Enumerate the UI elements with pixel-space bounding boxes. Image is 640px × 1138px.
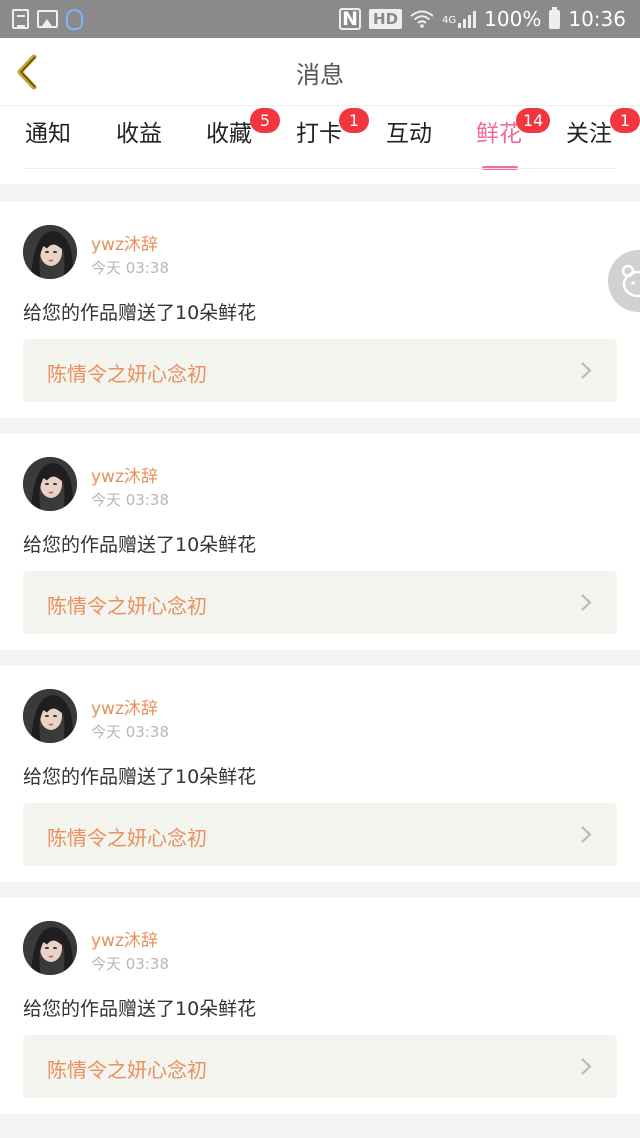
- chevron-right-icon: [581, 362, 592, 379]
- work-title: 陈情令之妍心念初: [47, 1058, 207, 1082]
- sender-name[interactable]: ywz沐辞: [91, 230, 158, 255]
- tab-earnings[interactable]: 收益: [116, 118, 162, 162]
- badge-favorites: 5: [250, 108, 280, 133]
- chevron-right-icon: [581, 594, 592, 611]
- tab-label: 鲜花: [476, 121, 522, 147]
- tab-label: 通知: [25, 121, 71, 147]
- nav-bar: 消息: [0, 38, 640, 106]
- avatar[interactable]: [23, 225, 77, 279]
- clock: 10:36: [568, 7, 626, 31]
- work-title: 陈情令之妍心念初: [47, 594, 207, 618]
- work-link[interactable]: 陈情令之妍心念初: [23, 339, 617, 402]
- work-title: 陈情令之妍心念初: [47, 362, 207, 386]
- tab-follows[interactable]: 关注 1: [566, 108, 640, 162]
- badge-follows: 1: [610, 108, 640, 133]
- avatar-image: [23, 225, 77, 279]
- message-card: ywz沐辞 今天 03:38 给您的作品赠送了10朵鲜花 陈情令之妍心念初: [0, 898, 640, 1114]
- sender-name[interactable]: ywz沐辞: [91, 462, 158, 487]
- tab-favorites[interactable]: 收藏 5: [206, 108, 280, 162]
- work-title: 陈情令之妍心念初: [47, 826, 207, 850]
- network-type: 4G: [442, 15, 457, 26]
- tab-label: 收益: [116, 121, 162, 147]
- badge-checkin: 1: [339, 108, 369, 133]
- nfc-icon: N: [339, 8, 362, 30]
- status-bar: N HD 4G 100% 10:36: [0, 0, 640, 38]
- qq-icon: [66, 8, 83, 30]
- tab-label: 关注: [566, 121, 612, 147]
- tab-label: 打卡: [296, 121, 342, 147]
- image-icon: [37, 10, 58, 28]
- avatar-image: [23, 921, 77, 975]
- message-card: ywz沐辞 今天 03:38 给您的作品赠送了10朵鲜花 陈情令之妍心念初: [0, 434, 640, 650]
- tab-bar: 通知 收益 收藏 5 打卡 1 互动 鲜花 14 关注 1: [0, 106, 640, 184]
- tab-notifications[interactable]: 通知: [25, 118, 71, 162]
- message-time: 今天 03:38: [91, 723, 169, 741]
- work-link[interactable]: 陈情令之妍心念初: [23, 571, 617, 634]
- battery-icon: [549, 6, 561, 29]
- tab-label: 互动: [386, 121, 432, 147]
- avatar-image: [23, 457, 77, 511]
- message-card: ywz沐辞 今天 03:38 给您的作品赠送了10朵鲜花 陈情令之妍心念初: [0, 666, 640, 882]
- tab-flowers[interactable]: 鲜花 14: [476, 108, 551, 170]
- tab-interactions[interactable]: 互动: [386, 118, 432, 162]
- chevron-right-icon: [581, 1058, 592, 1075]
- work-link[interactable]: 陈情令之妍心念初: [23, 1035, 617, 1098]
- message-text: 给您的作品赠送了10朵鲜花: [23, 534, 257, 556]
- sender-name[interactable]: ywz沐辞: [91, 694, 158, 719]
- message-time: 今天 03:38: [91, 955, 169, 973]
- tab-checkin[interactable]: 打卡 1: [296, 108, 369, 162]
- battery-percent: 100%: [484, 7, 542, 31]
- avatar[interactable]: [23, 457, 77, 511]
- signal-icon: [458, 11, 477, 28]
- status-left: [12, 8, 83, 30]
- message-text: 给您的作品赠送了10朵鲜花: [23, 766, 257, 788]
- message-card: ywz沐辞 今天 03:38 给您的作品赠送了10朵鲜花 陈情令之妍心念初: [0, 202, 640, 418]
- message-text: 给您的作品赠送了10朵鲜花: [23, 302, 257, 324]
- bear-icon: [621, 264, 640, 298]
- hd-icon: HD: [369, 9, 403, 29]
- document-icon: [12, 9, 29, 29]
- wifi-icon: [410, 10, 434, 28]
- message-time: 今天 03:38: [91, 491, 169, 509]
- status-right: N HD 4G 100% 10:36: [339, 6, 626, 31]
- avatar-image: [23, 689, 77, 743]
- avatar[interactable]: [23, 689, 77, 743]
- sender-name[interactable]: ywz沐辞: [91, 926, 158, 951]
- message-text: 给您的作品赠送了10朵鲜花: [23, 998, 257, 1020]
- badge-flowers: 14: [516, 108, 551, 133]
- page-title: 消息: [296, 61, 344, 89]
- message-time: 今天 03:38: [91, 259, 169, 277]
- tab-label: 收藏: [206, 121, 252, 147]
- chevron-right-icon: [581, 826, 592, 843]
- work-link[interactable]: 陈情令之妍心念初: [23, 803, 617, 866]
- avatar[interactable]: [23, 921, 77, 975]
- tabs-divider: [24, 168, 616, 169]
